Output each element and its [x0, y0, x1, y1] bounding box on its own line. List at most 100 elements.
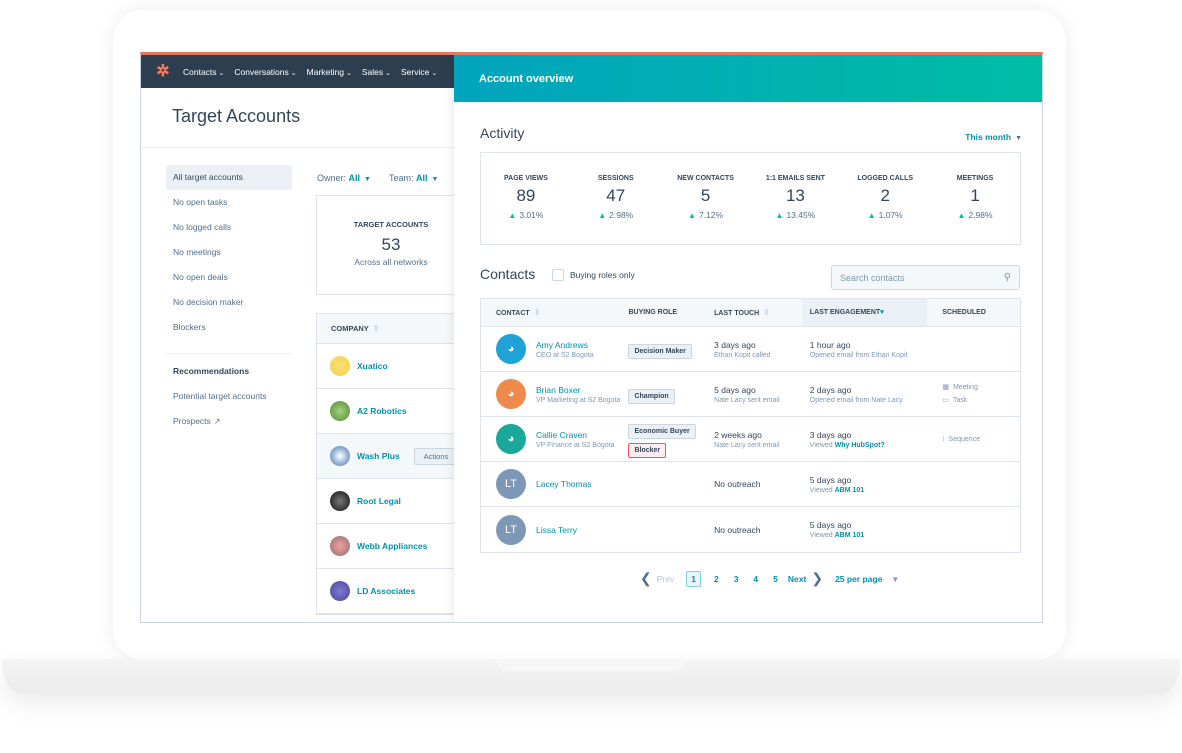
kpi-subtext: Across all networks [354, 257, 428, 267]
sidebar-item-no-open-tasks[interactable]: No open tasks [166, 190, 292, 215]
table-row[interactable]: Xuatico [317, 344, 465, 389]
caret-down-icon: ▼ [1015, 135, 1022, 142]
table-header: CONTACT ⇕ BUYING ROLE LAST TOUCH ⇕ LAST EN… [481, 299, 1020, 327]
table-row[interactable]: LT Lissa Terry No outreach 5 days ago Vie… [481, 507, 1020, 552]
contact-name[interactable]: Amy Andrews [536, 340, 594, 350]
contact-name[interactable]: Callie Craven [536, 430, 614, 440]
stat-page-views: PAGE VIEWS 89 ▲ 3.01% [504, 175, 548, 220]
search-icon[interactable]: ⚲ [1004, 272, 1011, 283]
page-2[interactable]: 2 [714, 574, 719, 584]
sequence-icon: ⁝ [942, 435, 945, 443]
chevron-left-icon[interactable]: ❮ [640, 570, 652, 587]
sort-desc-icon: ▾ [880, 309, 884, 316]
per-page-dropdown[interactable]: 25 per page ▼ [835, 574, 899, 584]
page-4[interactable]: 4 [753, 574, 758, 584]
table-row[interactable]: Wash Plus Actions [317, 434, 465, 479]
content-link[interactable]: ABM 101 [835, 487, 865, 494]
kpi-label: TARGET ACCOUNTS [353, 220, 429, 229]
stat-emails-sent: 1:1 EMAILS SENT 13 ▲ 13.45% [765, 175, 825, 220]
contact-name[interactable]: Lissa Terry [536, 525, 577, 535]
next-button[interactable]: Next [788, 574, 806, 584]
nav-service[interactable]: Service ⌄ [401, 67, 437, 77]
nav-conversations[interactable]: Conversations ⌄ [234, 67, 296, 77]
page-3[interactable]: 3 [734, 574, 739, 584]
content-link[interactable]: ABM 101 [835, 532, 865, 539]
page-1[interactable]: 1 [686, 570, 701, 587]
panel-header: Account overview [454, 55, 1042, 102]
buying-roles-filter[interactable]: Buying roles only [552, 269, 635, 281]
column-contact[interactable]: CONTACT ⇕ [481, 299, 628, 326]
table-row[interactable]: ◕ Brian Boxer VP Marketing at S2 Bogota C… [481, 372, 1020, 417]
scheduled-sequence[interactable]: ⁝ Sequence [942, 433, 1020, 446]
table-row[interactable]: A2 Robotics [317, 389, 465, 434]
contact-name[interactable]: Brian Boxer [536, 385, 620, 395]
company-logo [330, 401, 350, 421]
company-table: COMPANY ⇕ Xuatico A2 Robotics Wash Plus Ac… [316, 313, 466, 615]
search-contacts[interactable]: ⚲ [831, 265, 1020, 290]
page-5[interactable]: 5 [773, 574, 778, 584]
trend-up-icon: ▲ [598, 211, 607, 220]
trend-up-icon: ▲ [775, 211, 784, 220]
sidebar-item-blockers[interactable]: Blockers [166, 315, 292, 340]
sidebar: All target accounts No open tasks No log… [166, 165, 292, 434]
trend-up-icon: ▲ [957, 211, 966, 220]
search-input[interactable] [840, 272, 990, 283]
sidebar-item-all-target-accounts[interactable]: All target accounts [166, 165, 292, 190]
kpi-value: 53 [381, 235, 401, 254]
column-scheduled[interactable]: SCHEDULED [927, 299, 1020, 326]
caret-down-icon: ▼ [364, 176, 371, 183]
page-title: Target Accounts [172, 106, 301, 126]
buying-role-tag: Economic Buyer [628, 424, 696, 439]
table-row[interactable]: Root Legal [317, 479, 465, 524]
sidebar-item-no-decision-maker[interactable]: No decision maker [166, 290, 292, 315]
contact-name[interactable]: Lacey Thomas [536, 479, 592, 489]
divider [141, 147, 461, 148]
scheduled-meeting[interactable]: ▦ Meeting [942, 381, 1020, 394]
content-link[interactable]: Why HubSpot? [835, 442, 885, 449]
chevron-right-icon[interactable]: ❯ [811, 570, 823, 587]
prev-button[interactable]: Prev [657, 574, 674, 584]
nav-marketing[interactable]: Marketing ⌄ [307, 67, 352, 77]
period-dropdown[interactable]: This month ▼ [965, 132, 1022, 142]
trend-up-icon: ▲ [508, 211, 517, 220]
buying-roles-checkbox[interactable] [552, 269, 564, 281]
sidebar-item-potential-target-accounts[interactable]: Potential target accounts [166, 384, 292, 409]
target-accounts-card: TARGET ACCOUNTS 53 Across all networks [316, 195, 466, 295]
stat-logged-calls: LOGGED CALLS 2 ▲ 1.07% [857, 175, 914, 220]
table-row[interactable]: LT Lacey Thomas No outreach 5 days ago Vi… [481, 462, 1020, 507]
sidebar-item-no-meetings[interactable]: No meetings [166, 240, 292, 265]
table-row[interactable]: ◕ Callie Craven VP Finance at S2 Bogota E… [481, 417, 1020, 462]
trend-up-icon: ▲ [867, 211, 876, 220]
owner-filter[interactable]: Owner: All ▼ [317, 173, 371, 183]
hubspot-logo-icon[interactable]: ✲ [153, 62, 173, 82]
sidebar-item-prospects[interactable]: Prospects ↗ [166, 409, 292, 434]
panel-title: Account overview [479, 72, 574, 85]
avatar: LT [496, 514, 526, 545]
account-overview-panel: Account overview Activity This month ▼ PA… [454, 55, 1042, 622]
sidebar-item-no-open-deals[interactable]: No open deals [166, 265, 292, 290]
buying-role-tag: Decision Maker [628, 343, 692, 359]
column-last-touch[interactable]: LAST TOUCH ⇕ [712, 299, 802, 326]
avatar: ◕ [496, 379, 526, 409]
company-column-header[interactable]: COMPANY ⇕ [317, 314, 465, 344]
column-last-engagement[interactable]: LAST ENGAGEMENT▾ [801, 299, 928, 326]
task-icon: ▭ [942, 397, 949, 404]
sidebar-item-no-logged-calls[interactable]: No logged calls [166, 215, 292, 240]
company-logo [330, 356, 350, 376]
column-buying-role[interactable]: BUYING ROLE [628, 299, 712, 326]
activity-title: Activity [480, 125, 525, 141]
company-logo [330, 446, 350, 466]
table-row[interactable]: LD Associates [317, 569, 465, 614]
scheduled-task[interactable]: ▭ Task [942, 394, 1020, 407]
sidebar-divider [166, 353, 292, 354]
actions-button[interactable]: Actions [413, 447, 459, 465]
nav-sales[interactable]: Sales ⌄ [362, 67, 391, 77]
nav-contacts[interactable]: Contacts ⌄ [183, 67, 224, 77]
team-filter[interactable]: Team: All ▼ [389, 173, 438, 183]
blocker-tag: Blocker [628, 443, 667, 458]
avatar: LT [496, 469, 526, 499]
table-row[interactable]: Webb Appliances [317, 524, 465, 569]
app-screen: ✲ Contacts ⌄ Conversations ⌄ Marketing ⌄ Sa… [140, 52, 1043, 623]
table-row[interactable]: ◕ Amy Andrews CEO at S2 Bogota Decision M… [481, 327, 1020, 372]
contacts-table: CONTACT ⇕ BUYING ROLE LAST TOUCH ⇕ LAST EN… [480, 298, 1021, 553]
